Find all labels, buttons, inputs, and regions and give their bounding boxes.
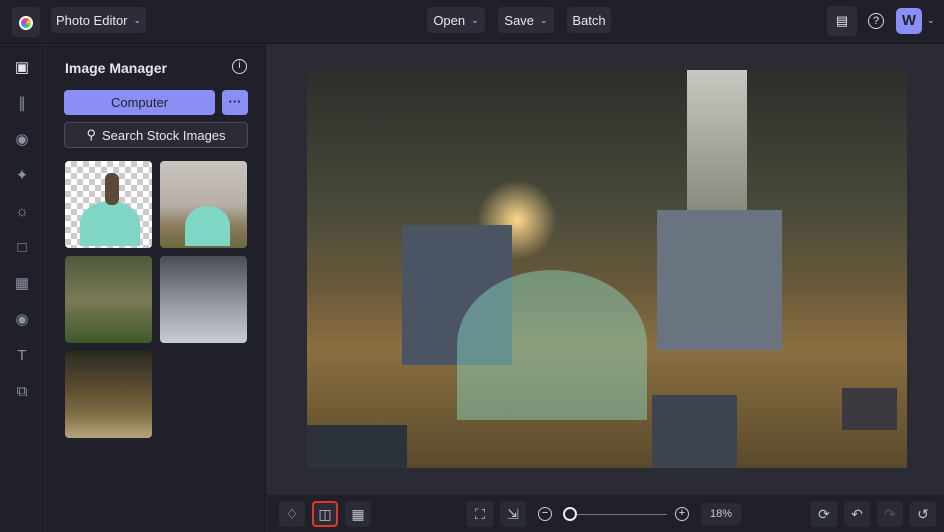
overlays-icon[interactable]: ◉ xyxy=(12,310,32,330)
comment-icon: ▤ xyxy=(835,13,849,28)
help-button[interactable]: ? xyxy=(862,6,890,36)
batch-button[interactable]: Batch xyxy=(567,7,611,33)
panel-title: Image Manager xyxy=(65,60,167,76)
chevron-down-icon: ⌄ xyxy=(133,14,142,25)
history-icon[interactable]: ↺ xyxy=(910,501,936,527)
thumbnail-2[interactable] xyxy=(160,161,247,248)
logo[interactable] xyxy=(12,7,40,37)
search-stock-button[interactable]: ⚲ Search Stock Images xyxy=(64,122,248,148)
account-chevron-icon[interactable]: ⌄ xyxy=(927,15,935,26)
zoom-slider[interactable] xyxy=(563,514,667,515)
image-manager-panel: Image Manager i Computer ··· ⚲ Search Sto… xyxy=(45,45,266,532)
search-icon: ⚲ xyxy=(86,127,96,142)
info-icon[interactable]: i xyxy=(232,59,247,74)
thumbnail-1[interactable] xyxy=(65,161,152,248)
app-title: Photo Editor xyxy=(55,12,128,28)
touch-up-icon[interactable]: ✦ xyxy=(12,166,32,186)
artsy-icon[interactable]: ☼ xyxy=(12,202,32,222)
chevron-down-icon: ⌄ xyxy=(471,14,479,25)
layers-icon[interactable]: ♢ xyxy=(279,501,305,527)
zoom-percentage[interactable]: 18% xyxy=(701,503,741,525)
top-bar: Photo Editor ⌄ Open ⌄ Save ⌄ Batch ▤ ? W ⌄ xyxy=(0,0,944,44)
grid-icon[interactable]: ▦ xyxy=(345,501,371,527)
thumbnail-5[interactable] xyxy=(65,351,152,438)
frames-icon[interactable]: □ xyxy=(12,238,32,258)
zoom-slider-handle[interactable] xyxy=(563,507,577,521)
chevron-down-icon: ⌄ xyxy=(540,14,548,25)
search-label: Search Stock Images xyxy=(101,127,226,143)
help-icon: ? xyxy=(868,13,884,29)
reset-icon[interactable]: ⟳ xyxy=(811,501,837,527)
actual-size-icon[interactable]: ⇲ xyxy=(500,501,526,527)
batch-label: Batch xyxy=(572,12,606,28)
zoom-in-icon[interactable]: + xyxy=(675,507,689,521)
open-button[interactable]: Open ⌄ xyxy=(427,7,485,33)
compare-icon[interactable]: ◫ xyxy=(312,501,338,527)
textures-icon[interactable]: ⧉ xyxy=(12,382,32,402)
feedback-button[interactable]: ▤ xyxy=(827,6,857,36)
avatar[interactable]: W xyxy=(896,8,922,34)
zoom-out-icon[interactable]: − xyxy=(538,507,552,521)
thumbnail-3[interactable] xyxy=(65,256,152,343)
more-button[interactable]: ··· xyxy=(222,90,248,115)
effects-icon[interactable]: ◉ xyxy=(12,130,32,150)
image-icon[interactable]: ▣ xyxy=(12,58,32,78)
thumbnail-4[interactable] xyxy=(160,256,247,343)
computer-upload-button[interactable]: Computer xyxy=(64,90,215,115)
open-label: Open xyxy=(433,12,466,28)
bottom-toolbar: ♢ ◫ ▦ ⛶ ⇲ − + 18% ⟳ ↶ ↷ ↺ xyxy=(267,495,944,532)
save-label: Save xyxy=(504,12,535,28)
tool-rail: ▣ ∥ ◉ ✦ ☼ □ ▦ ◉ T ⧉ xyxy=(0,45,44,532)
graphics-icon[interactable]: ▦ xyxy=(12,274,32,294)
adjustments-icon[interactable]: ∥ xyxy=(12,94,32,114)
redo-icon: ↷ xyxy=(877,501,903,527)
text-icon[interactable]: T xyxy=(12,346,32,366)
app-switcher-button[interactable]: Photo Editor ⌄ xyxy=(51,7,146,33)
save-button[interactable]: Save ⌄ xyxy=(498,7,554,33)
canvas-area xyxy=(267,45,944,495)
photo[interactable] xyxy=(307,70,907,468)
fit-screen-icon[interactable]: ⛶ xyxy=(467,501,493,527)
undo-icon[interactable]: ↶ xyxy=(844,501,870,527)
